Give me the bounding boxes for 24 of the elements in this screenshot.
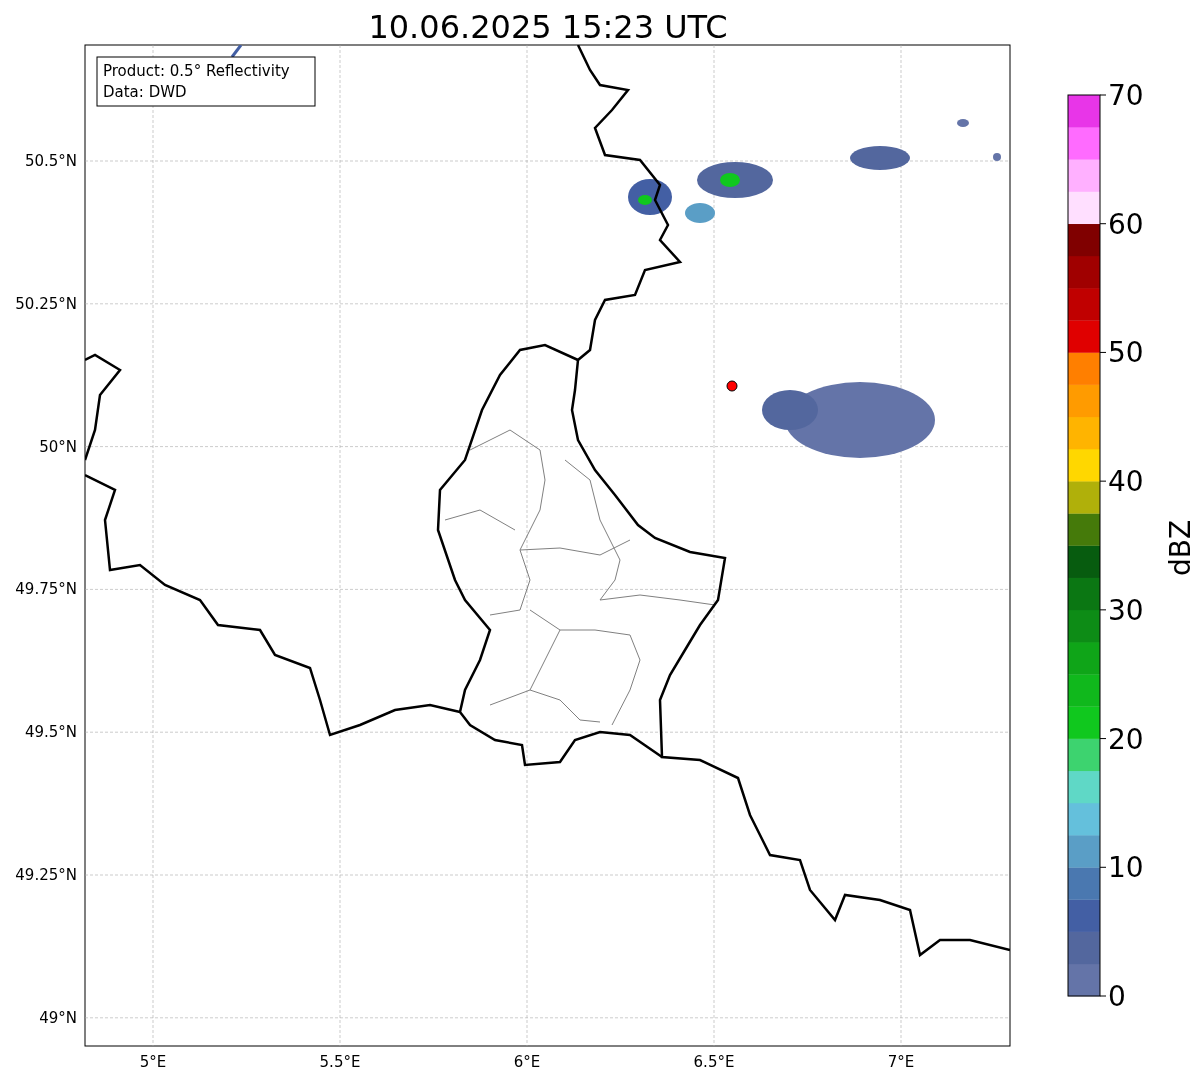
latitude-tick-label: 50°N [39,437,77,456]
longitude-tick-label: 7°E [887,1053,915,1071]
latitude-tick-label: 49.25°N [15,866,77,884]
colorbar-tick-label: 20 [1108,722,1144,756]
colorbar-label: dBZ [1164,519,1197,577]
colorbar-tick-label: 70 [1108,79,1144,112]
latitude-tick-label: 50.25°N [15,294,77,313]
latitude-tick-label: 49.5°N [24,723,77,742]
latitude-tick-label: 50.5°N [24,152,77,170]
longitude-tick-label: 6°E [513,1053,541,1071]
colorbar-tick-label: 30 [1108,593,1144,627]
colorbar-tick-label: 60 [1108,207,1144,241]
colorbar-tick-label: 10 [1108,851,1144,885]
longitude-tick-label: 6.5°E [693,1053,735,1071]
latitude-tick-label: 49.75°N [15,580,77,599]
longitude-tick-label: 5.5°E [319,1053,361,1071]
colorbar-tick-label: 40 [1108,465,1144,499]
latitude-tick-label: 49°N [39,1008,77,1027]
chart-title: 10.06.2025 15:23 UTC [368,8,728,46]
colorbar-tick-label: 0 [1108,980,1126,1013]
product-label: Product: 0.5° Reflectivity [103,62,290,80]
colorbar-tick-label: 50 [1108,336,1144,370]
longitude-tick-label: 5°E [139,1053,167,1071]
data-source-label: Data: DWD [103,83,187,101]
